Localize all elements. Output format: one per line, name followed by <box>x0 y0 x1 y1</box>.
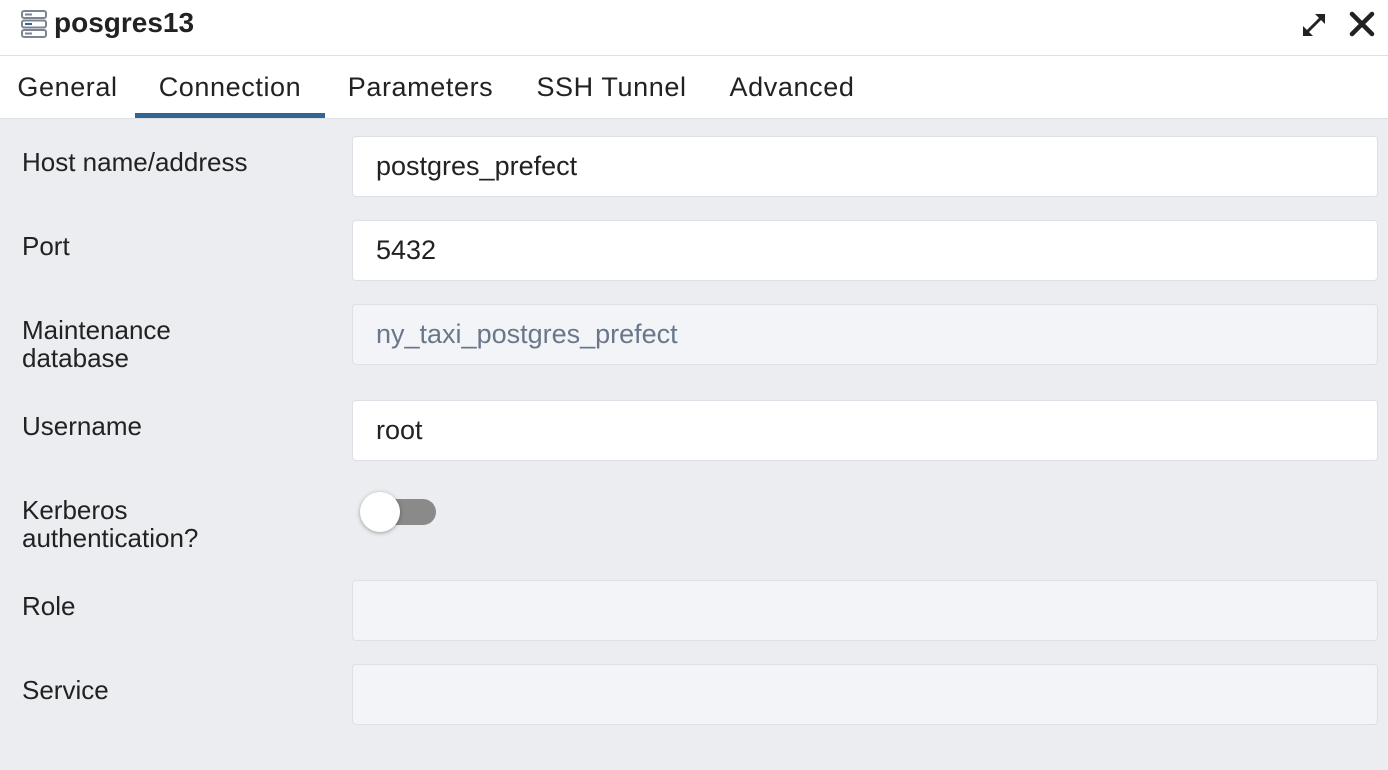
host-input[interactable] <box>352 136 1378 197</box>
maximize-button[interactable] <box>1298 9 1330 41</box>
maintenance-db-input <box>352 304 1378 365</box>
username-label: Username <box>22 411 142 441</box>
port-input[interactable] <box>352 220 1378 281</box>
tab-parameters[interactable]: Parameters <box>325 56 516 118</box>
role-input <box>352 580 1378 641</box>
maintenance-db-label: Maintenance database <box>22 316 171 372</box>
tab-general[interactable]: General <box>0 56 135 118</box>
close-icon <box>1349 11 1375 37</box>
expand-icon <box>1302 13 1326 37</box>
maintenance-db-label-line2: database <box>22 343 129 373</box>
close-button[interactable] <box>1347 9 1377 39</box>
host-label: Host name/address <box>22 147 248 177</box>
tab-advanced[interactable]: Advanced <box>707 56 877 118</box>
server-dialog: posgres13 General Connection Parameters … <box>0 0 1388 770</box>
service-input <box>352 664 1378 725</box>
tab-connection[interactable]: Connection <box>135 56 325 118</box>
tab-bar: General Connection Parameters SSH Tunnel… <box>0 56 1388 119</box>
kerberos-label-line1: Kerberos <box>22 495 128 525</box>
server-icon <box>20 10 48 38</box>
tab-ssh-tunnel[interactable]: SSH Tunnel <box>516 56 707 118</box>
role-label: Role <box>22 591 76 621</box>
kerberos-toggle[interactable] <box>360 492 438 532</box>
kerberos-label-line2: authentication? <box>22 523 199 553</box>
dialog-titlebar: posgres13 <box>0 0 1388 56</box>
toggle-knob <box>360 492 400 532</box>
service-label: Service <box>22 675 109 705</box>
maintenance-db-label-line1: Maintenance <box>22 315 171 345</box>
username-input[interactable] <box>352 400 1378 461</box>
port-label: Port <box>22 231 70 261</box>
dialog-title: posgres13 <box>54 7 195 38</box>
kerberos-label: Kerberos authentication? <box>22 496 198 552</box>
